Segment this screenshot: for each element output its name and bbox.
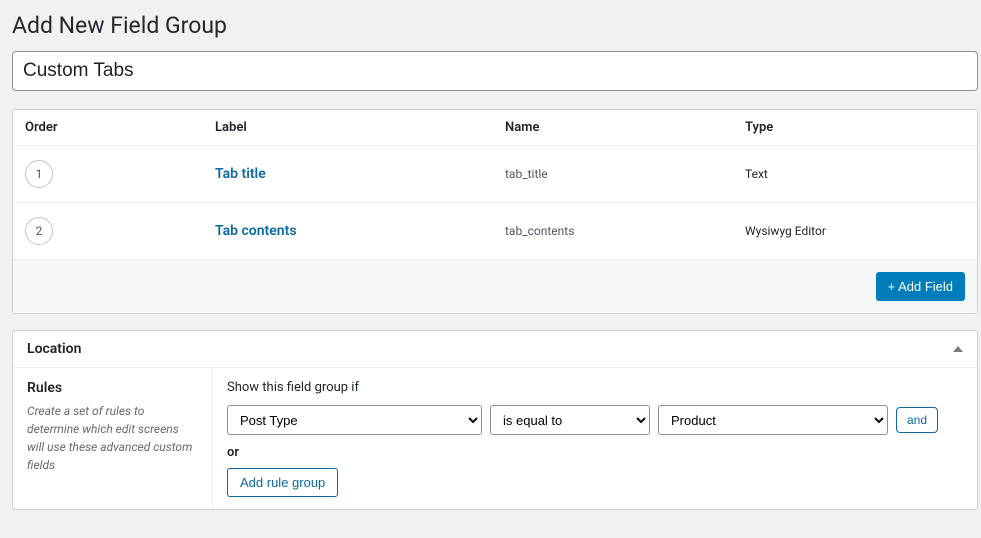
add-rule-group-button[interactable]: Add rule group [227, 468, 338, 497]
table-row[interactable]: 1 Tab title tab_title Text [13, 146, 977, 203]
fields-panel: Order Label Name Type 1 Tab title tab_ti… [12, 109, 978, 314]
field-name: tab_title [505, 167, 745, 181]
field-type: Wysiwyg Editor [745, 224, 965, 238]
caret-up-icon[interactable] [953, 346, 963, 352]
or-label: or [227, 445, 963, 460]
rule-param-select[interactable]: Post Type [227, 405, 482, 435]
add-and-rule-button[interactable]: and [896, 407, 938, 433]
location-header[interactable]: Location [13, 331, 977, 368]
order-handle[interactable]: 2 [25, 217, 53, 245]
table-row[interactable]: 2 Tab contents tab_contents Wysiwyg Edit… [13, 203, 977, 260]
location-title: Location [27, 341, 81, 357]
field-name: tab_contents [505, 224, 745, 238]
col-header-label: Label [215, 120, 505, 135]
rules-description: Create a set of rules to determine which… [27, 402, 198, 474]
col-header-type: Type [745, 120, 965, 135]
rule-value-select[interactable]: Product [658, 405, 888, 435]
rule-operator-select[interactable]: is equal to [490, 405, 650, 435]
rule-row: Post Type is equal to Product and [227, 405, 963, 435]
page-title: Add New Field Group [12, 12, 969, 39]
group-title-input[interactable] [12, 51, 978, 91]
rules-prompt: Show this field group if [227, 380, 963, 395]
field-type: Text [745, 167, 965, 181]
order-handle[interactable]: 1 [25, 160, 53, 188]
location-panel: Location Rules Create a set of rules to … [12, 330, 978, 510]
rules-heading: Rules [27, 380, 198, 396]
col-header-name: Name [505, 120, 745, 135]
fields-table-head: Order Label Name Type [13, 110, 977, 146]
field-label-link[interactable]: Tab contents [215, 223, 297, 239]
field-label-link[interactable]: Tab title [215, 166, 266, 182]
col-header-order: Order [25, 120, 215, 135]
add-field-button[interactable]: + Add Field [876, 272, 965, 301]
